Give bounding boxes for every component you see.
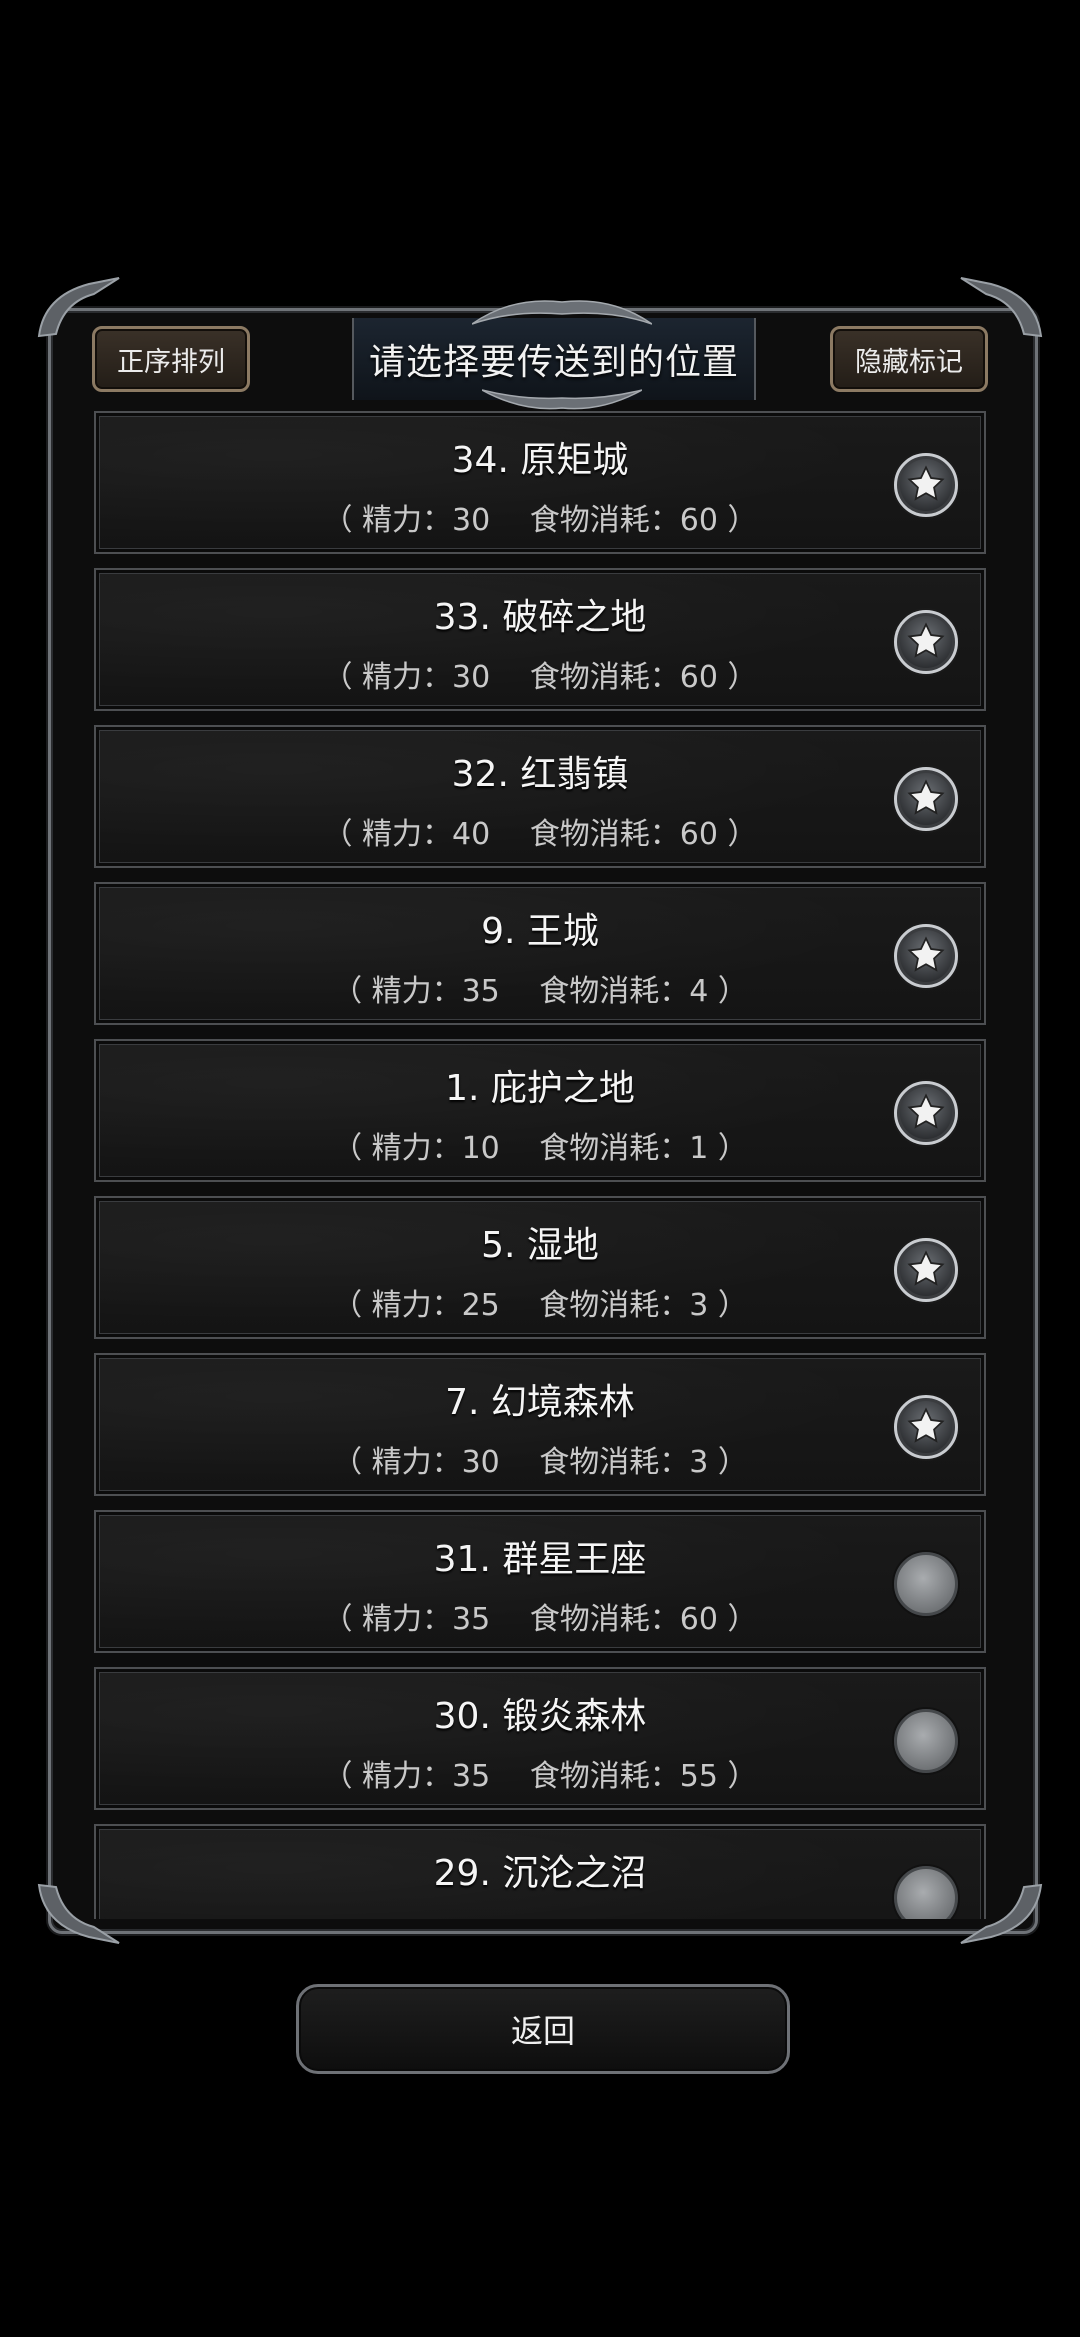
location-row[interactable]: 7. 幻境森林 （ 精力：30 食物消耗：3 ） [94,1353,986,1496]
star-icon [907,1093,945,1129]
location-cost: （ 精力：25 食物消耗：3 ） [332,1288,748,1323]
location-cost: （ 精力：30 食物消耗：3 ） [332,1445,748,1480]
title-ornament-icon [472,300,652,325]
location-name: 30. 锻炎森林 [433,1696,647,1737]
location-cost: （ 精力：30 食物消耗：60 ） [322,660,758,695]
star-icon [907,936,945,972]
location-cost: （ 精力：35 食物消耗：60 ） [322,1602,758,1637]
location-name: 9. 王城 [481,911,599,952]
star-icon [907,779,945,815]
sort-order-button[interactable]: 正序排列 [92,326,250,392]
location-row[interactable]: 9. 王城 （ 精力：35 食物消耗：4 ） [94,882,986,1025]
location-row[interactable]: 34. 原矩城 （ 精力：30 食物消耗：60 ） [94,411,986,554]
star-marker-icon[interactable] [894,610,958,674]
location-row[interactable]: 29. 沉沦之沼 [94,1824,986,1919]
star-marker-icon[interactable] [894,1395,958,1459]
star-icon [907,1250,945,1286]
location-name: 5. 湿地 [481,1225,599,1266]
location-name: 29. 沉沦之沼 [433,1853,647,1894]
location-name: 1. 庇护之地 [445,1068,635,1109]
location-name: 32. 红翡镇 [451,754,629,795]
location-name: 7. 幻境森林 [445,1382,635,1423]
dialog-header: 正序排列 请选择要传送到的位置 隐藏标记 [62,300,1018,410]
star-icon [907,622,945,658]
location-row[interactable]: 5. 湿地 （ 精力：25 食物消耗：3 ） [94,1196,986,1339]
star-marker-icon[interactable] [894,453,958,517]
location-name: 34. 原矩城 [451,440,629,481]
location-cost: （ 精力：30 食物消耗：60 ） [322,503,758,538]
star-icon [907,1407,945,1443]
location-row[interactable]: 32. 红翡镇 （ 精力：40 食物消耗：60 ） [94,725,986,868]
star-marker-icon[interactable] [894,1081,958,1145]
empty-marker-icon[interactable] [894,1552,958,1616]
back-button[interactable]: 返回 [296,1984,790,2074]
dialog-title: 请选择要传送到的位置 [368,342,739,383]
location-row[interactable]: 1. 庇护之地 （ 精力：10 食物消耗：1 ） [94,1039,986,1182]
location-row[interactable]: 30. 锻炎森林 （ 精力：35 食物消耗：55 ） [94,1667,986,1810]
location-list[interactable]: 34. 原矩城 （ 精力：30 食物消耗：60 ） 33. 破碎之地 （ 精力：30 … [94,411,986,1919]
star-marker-icon[interactable] [894,767,958,831]
location-name: 33. 破碎之地 [433,597,647,638]
star-marker-icon[interactable] [894,1238,958,1302]
location-cost: （ 精力：35 食物消耗：55 ） [322,1759,758,1794]
location-cost: （ 精力：10 食物消耗：1 ） [332,1131,748,1166]
location-cost: （ 精力：35 食物消耗：4 ） [332,974,748,1009]
location-cost: （ 精力：40 食物消耗：60 ） [322,817,758,852]
location-name: 31. 群星王座 [433,1539,647,1580]
location-row[interactable]: 31. 群星王座 （ 精力：35 食物消耗：60 ） [94,1510,986,1653]
hide-markers-button[interactable]: 隐藏标记 [830,326,988,392]
empty-marker-icon[interactable] [894,1709,958,1773]
star-marker-icon[interactable] [894,924,958,988]
location-row[interactable]: 33. 破碎之地 （ 精力：30 食物消耗：60 ） [94,568,986,711]
star-icon [907,465,945,501]
